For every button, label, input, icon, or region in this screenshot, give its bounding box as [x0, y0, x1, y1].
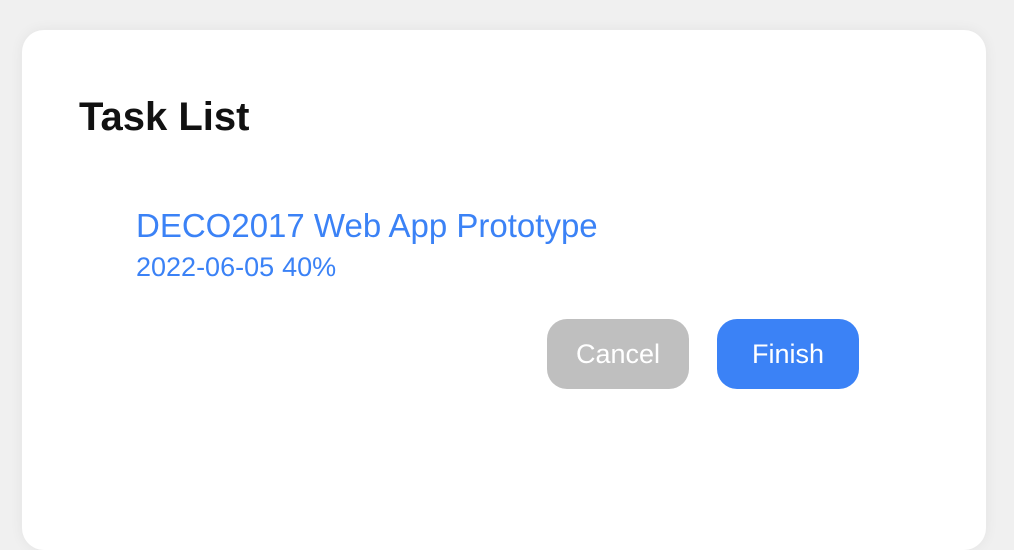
- task-name: DECO2017 Web App Prototype: [136, 207, 598, 244]
- finish-button[interactable]: Finish: [717, 319, 859, 389]
- cancel-button[interactable]: Cancel: [547, 319, 689, 389]
- task-item[interactable]: DECO2017 Web App Prototype 2022-06-05 40%: [136, 206, 598, 283]
- task-meta: 2022-06-05 40%: [136, 251, 598, 283]
- page-title: Task List: [79, 95, 250, 139]
- task-list-card: Task List DECO2017 Web App Prototype 202…: [22, 30, 986, 550]
- task-progress: 40%: [282, 252, 337, 282]
- task-date: 2022-06-05: [136, 252, 275, 282]
